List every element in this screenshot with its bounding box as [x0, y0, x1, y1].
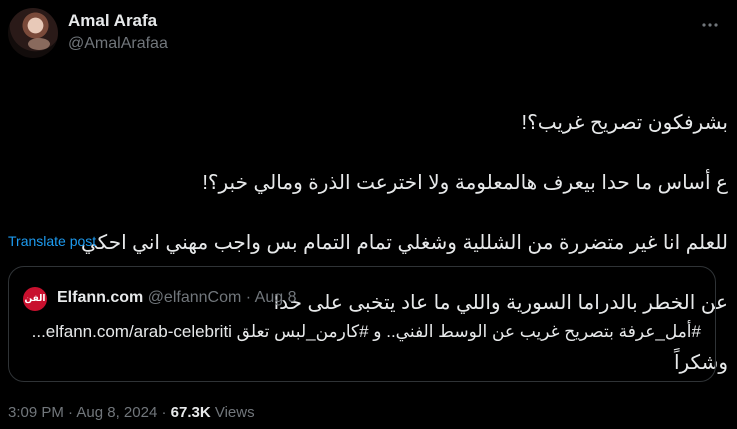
author-handle[interactable]: @AmalArafaa	[68, 33, 168, 55]
views-count: 67.3K	[170, 404, 211, 421]
translate-post-link[interactable]: Translate post	[8, 233, 96, 249]
quoted-post-card[interactable]: الفن Elfann.com @elfannCom · Aug 8 #أمل_…	[8, 266, 716, 382]
quoted-separator: ·	[245, 289, 252, 306]
more-horizontal-icon	[702, 23, 718, 27]
meta-separator: ·	[161, 404, 167, 421]
quoted-author-name: Elfann.com	[57, 289, 144, 306]
tweet-line: للعلم انا غير متضررة من الشللية وشغلي تم…	[80, 232, 728, 254]
tweet-line: ع أساس ما حدا بيعرف هالمعلومة ولا اخترعت…	[202, 172, 728, 194]
quoted-post-header: Elfann.com @elfannCom · Aug 8	[57, 288, 296, 308]
more-options-button[interactable]	[699, 14, 721, 36]
quoted-post-date: Aug 8	[254, 289, 297, 306]
author-info: Amal Arafa @AmalArafaa	[68, 11, 168, 55]
views-label: Views	[214, 404, 255, 421]
tweet-line: بشرفكون تصريح غريب؟!	[521, 112, 728, 134]
tweet-header: Amal Arafa @AmalArafaa	[8, 8, 729, 60]
author-avatar[interactable]	[8, 8, 58, 58]
author-display-name[interactable]: Amal Arafa	[68, 11, 168, 31]
meta-separator: ·	[68, 404, 74, 421]
post-meta: 3:09 PM · Aug 8, 2024 · 67.3K Views	[8, 404, 255, 421]
post-time[interactable]: 3:09 PM	[8, 404, 64, 421]
quoted-author-avatar: الفن	[23, 287, 47, 311]
post-date[interactable]: Aug 8, 2024	[76, 404, 157, 421]
quoted-author-handle: @elfannCom	[147, 289, 242, 306]
quoted-post-text: #أمل_عرفة بتصريح غريب عن الوسط الفني.. و…	[31, 322, 701, 341]
